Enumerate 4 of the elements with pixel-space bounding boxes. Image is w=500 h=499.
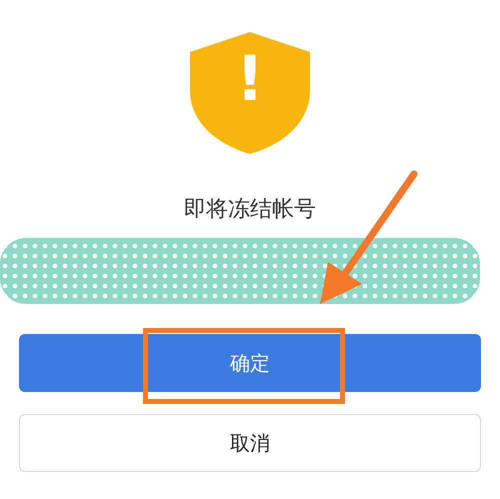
dialog-title: 即将冻结帐号 bbox=[184, 196, 316, 224]
exclamation-mark: ! bbox=[234, 48, 266, 110]
confirm-button[interactable]: 确定 bbox=[19, 334, 481, 392]
cancel-button[interactable]: 取消 bbox=[19, 414, 481, 472]
